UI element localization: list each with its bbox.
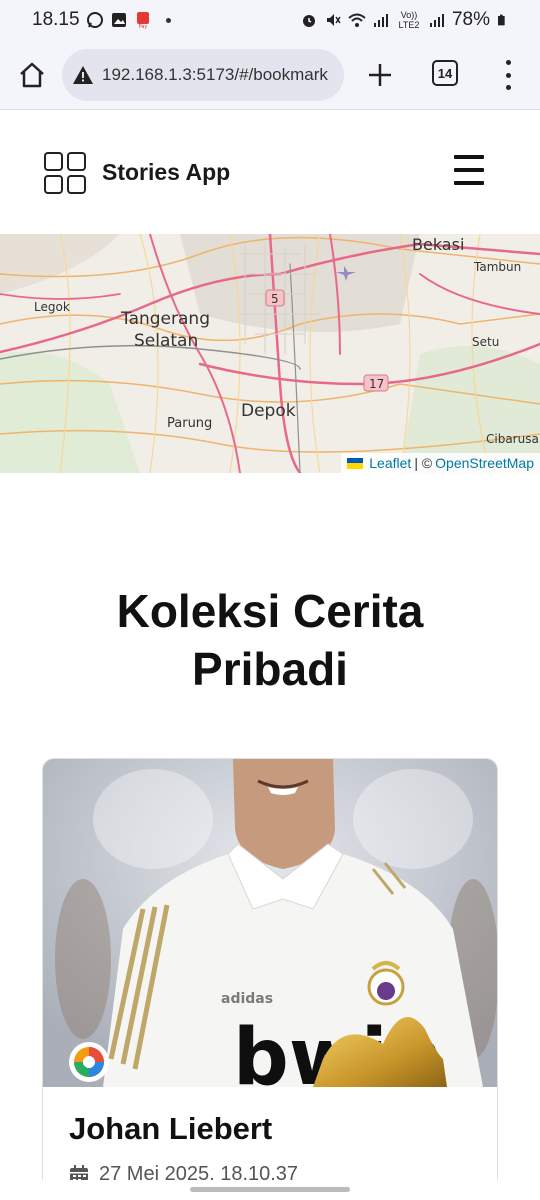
map-road-number: 17 <box>369 377 384 391</box>
map-label: Setu <box>472 335 499 349</box>
story-author-name[interactable]: Johan Liebert <box>69 1111 272 1147</box>
map-label: Cibarusa <box>486 432 539 446</box>
browser-toolbar: 192.168.1.3:5173/#/bookmark 14 <box>0 40 540 110</box>
notification-dot <box>165 17 171 23</box>
browser-menu-button[interactable] <box>496 60 520 90</box>
page-title: Koleksi Cerita Pribadi <box>0 582 540 698</box>
map-label: Depok <box>241 401 296 421</box>
story-image[interactable]: adidas bwin <box>43 759 497 1087</box>
map-road-number: 5 <box>271 292 279 306</box>
app-header: Stories App <box>0 111 540 234</box>
attribution-separator: | © <box>414 455 433 471</box>
more-dot-icon <box>505 85 511 90</box>
page-title-line-2: Pribadi <box>192 643 348 695</box>
battery-icon <box>498 14 505 26</box>
story-map[interactable]: Bekasi Tambun Legok Tangerang Selatan 5 … <box>0 234 540 473</box>
map-label: Selatan <box>134 331 198 351</box>
battery-percent: 78% <box>451 9 490 30</box>
page-title-line-1: Koleksi Cerita <box>116 585 424 637</box>
url-text[interactable]: 192.168.1.3:5173/#/bookmark <box>102 65 328 85</box>
app-brand[interactable]: Stories App <box>102 159 230 186</box>
svg-text:Pay: Pay <box>138 24 147 29</box>
status-bar: 18.15 Pay Vo)) LTE2 78% <box>0 0 540 40</box>
mute-icon <box>326 14 341 26</box>
map-label: Tangerang <box>120 309 210 329</box>
map-attribution: Leaflet | © OpenStreetMap <box>341 453 540 473</box>
app-logo-icon[interactable] <box>44 151 86 194</box>
hamburger-line <box>454 168 484 172</box>
status-left: 18.15 Pay <box>32 9 171 31</box>
gallery-icon <box>111 13 126 27</box>
status-right: Vo)) LTE2 78% <box>300 9 508 31</box>
map-label: Bekasi <box>412 235 464 254</box>
tab-count: 14 <box>437 65 453 81</box>
map-tiles[interactable]: Bekasi Tambun Legok Tangerang Selatan 5 … <box>0 234 540 473</box>
more-dot-icon <box>505 60 511 65</box>
new-tab-button[interactable] <box>362 53 398 97</box>
leaflet-link[interactable]: Leaflet <box>369 455 411 471</box>
plus-icon <box>369 64 391 86</box>
story-card[interactable]: adidas bwin Johan Liebert 27 Mei 2025, 1… <box>42 758 498 1200</box>
map-label: Legok <box>34 300 70 314</box>
hamburger-menu-button[interactable] <box>454 155 484 185</box>
whatsapp-icon <box>86 12 103 28</box>
wifi-icon <box>348 13 366 27</box>
signal-icon <box>373 14 388 27</box>
home-button[interactable] <box>12 55 52 95</box>
address-bar[interactable]: 192.168.1.3:5173/#/bookmark <box>62 48 344 101</box>
alarm-icon <box>302 15 315 27</box>
map-label: Tambun <box>473 260 521 274</box>
openstreetmap-link[interactable]: OpenStreetMap <box>435 455 534 471</box>
home-icon <box>20 62 44 87</box>
map-label: Parung <box>167 416 212 431</box>
hamburger-line <box>454 155 484 159</box>
shirt-brand-text: adidas <box>221 991 273 1007</box>
tab-switcher-button[interactable]: 14 <box>432 60 458 86</box>
ukraine-flag-icon <box>347 457 364 469</box>
hamburger-line <box>454 181 484 185</box>
gesture-navigation-bar[interactable] <box>190 1187 350 1192</box>
not-secure-warning-icon[interactable] <box>72 65 94 85</box>
more-dot-icon <box>505 72 511 78</box>
payment-app-icon: Pay <box>136 12 149 29</box>
network-label: Vo)) LTE2 <box>398 10 420 30</box>
signal-2-icon <box>429 14 444 27</box>
status-time: 18.15 <box>32 9 80 30</box>
